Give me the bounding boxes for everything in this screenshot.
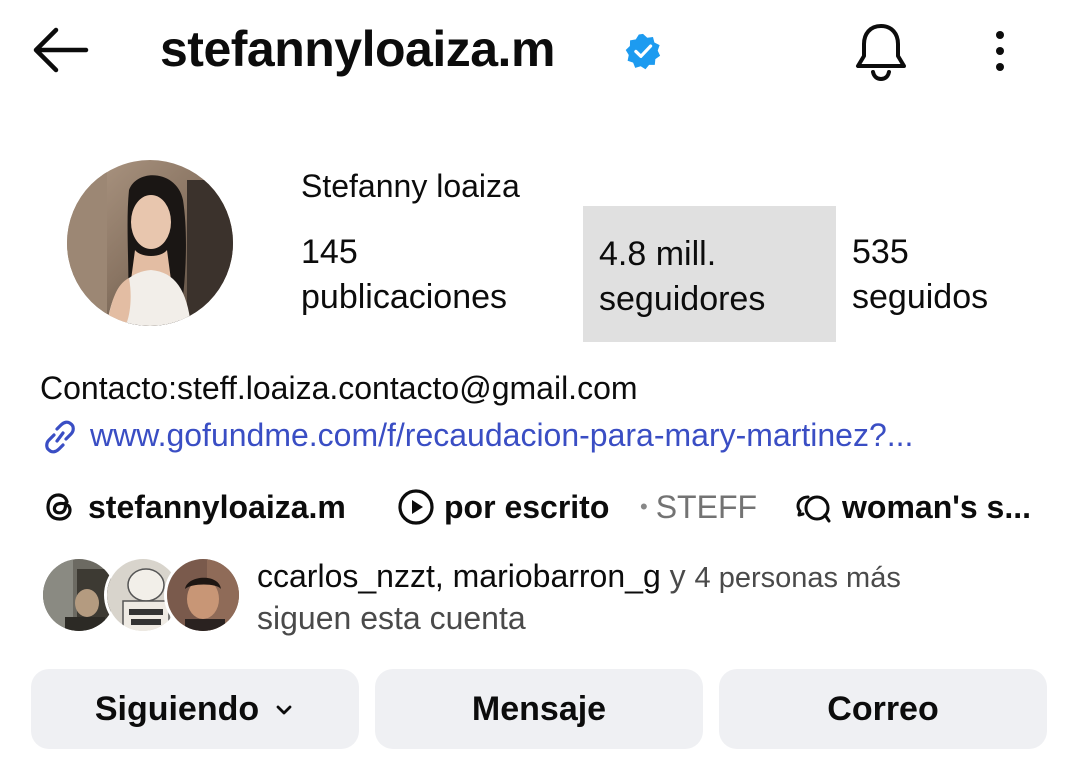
stat-posts: 145 publicaciones [301,230,507,320]
bio-link[interactable]: www.gofundme.com/f/recaudacion-para-mary… [40,414,1040,458]
following-label: seguidos [852,278,989,316]
message-button[interactable]: Mensaje [375,669,703,749]
profile-avatar[interactable] [67,160,233,326]
chip-subtitle-text: STEFF [655,488,758,525]
mutual-followers-names: ccarlos_nzzt, mariobarron_g [257,558,661,594]
topic-chip[interactable]: woman's s... [794,484,1050,530]
following-button-label: Siguiendo [94,689,260,728]
mutual-avatar [164,556,242,634]
stat-followers[interactable]: 4.8 mill. seguidores [583,206,836,342]
link-icon [45,420,75,454]
more-options-icon[interactable] [984,26,1016,76]
email-button[interactable]: Correo [719,669,1047,749]
chat-bubbles-icon [796,495,831,523]
threads-handle: stefannyloaiza.m [88,488,346,525]
profile-chips: stefannyloaiza.m por escrito • STEFF wom… [40,484,1050,530]
bell-icon[interactable] [852,20,910,82]
threads-icon [46,493,72,521]
mutual-followers-avatars[interactable] [40,556,242,636]
mutual-suffix: siguen esta cuenta [257,600,526,636]
mutual-followers-text[interactable]: ccarlos_nzzt, mariobarron_g y 4 personas… [257,556,1047,638]
chip-subtitle: • STEFF [640,484,757,530]
verified-badge-icon [625,33,661,70]
followers-count: 4.8 mill. [599,235,717,273]
message-button-label: Mensaje [471,689,607,728]
threads-chip[interactable]: stefannyloaiza.m [40,484,346,530]
play-circle-icon [398,489,434,525]
video-chip-label: por escrito [444,488,610,525]
stat-following[interactable]: 535 seguidos [852,230,988,320]
separator-dot: • [640,494,648,519]
video-chip[interactable]: por escrito [396,484,609,530]
following-count: 535 [852,233,909,271]
topic-chip-label: woman's s... [842,488,1031,525]
mutual-count: 4 personas más [694,562,901,594]
email-button-label: Correo [827,689,939,728]
chevron-down-icon [276,705,292,715]
following-button[interactable]: Siguiendo [31,669,359,749]
profile-username: stefannyloaiza.m [160,21,555,77]
back-arrow-icon[interactable] [28,22,92,78]
display-name: Stefanny loaiza [301,168,520,204]
bio-link-text[interactable]: www.gofundme.com/f/recaudacion-para-mary… [90,414,1036,456]
mutual-connector: y [669,558,686,594]
posts-label: publicaciones [301,278,508,316]
posts-count: 145 [301,233,358,271]
followers-label: seguidores [599,280,766,318]
bio-contact: Contacto:steff.loaiza.contacto@gmail.com [40,370,638,406]
